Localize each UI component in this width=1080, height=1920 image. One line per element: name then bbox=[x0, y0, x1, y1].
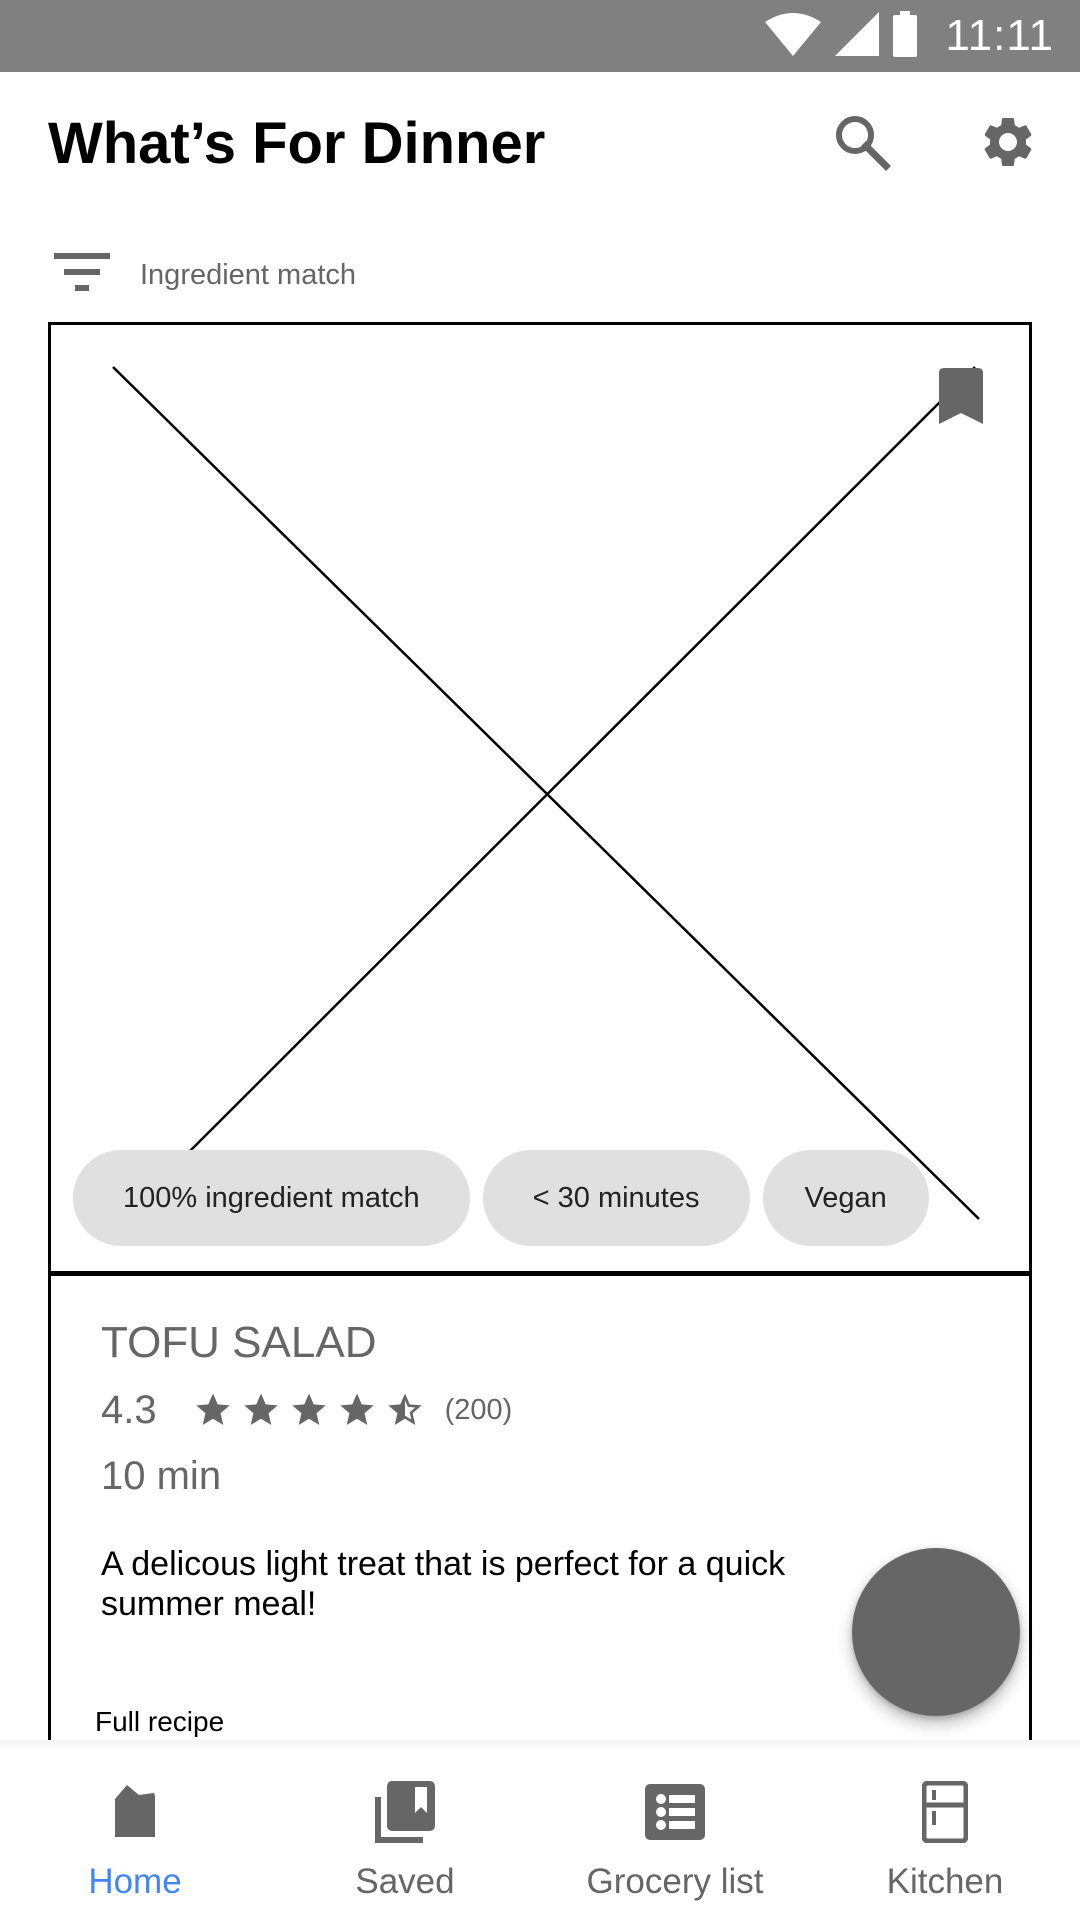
nav-item-grocery-list[interactable]: Grocery list bbox=[540, 1752, 810, 1920]
star-icon bbox=[291, 1393, 326, 1425]
nav-label-grocery-list: Grocery list bbox=[586, 1862, 764, 1901]
app-bar: What’s For Dinner bbox=[0, 72, 1080, 216]
home-icon bbox=[113, 1780, 157, 1844]
recipe-description: A delicous light treat that is perfect f… bbox=[101, 1545, 786, 1623]
recipe-title: TOFU SALAD bbox=[101, 1318, 377, 1367]
chip-time[interactable]: < 30 minutes bbox=[482, 1150, 750, 1246]
search-icon bbox=[833, 113, 891, 176]
cellular-signal-icon bbox=[835, 11, 880, 61]
recipe-image[interactable]: 100% ingredient match < 30 minutes Vegan bbox=[48, 322, 1032, 1276]
filter-button[interactable]: Ingredient match bbox=[54, 250, 356, 300]
cook-time: 10 min bbox=[101, 1454, 222, 1498]
wifi-icon bbox=[765, 12, 822, 61]
star-icon bbox=[195, 1393, 230, 1425]
star-rating bbox=[193, 1390, 425, 1430]
star-icon bbox=[339, 1393, 374, 1425]
fridge-icon bbox=[922, 1780, 968, 1844]
saved-collection-icon bbox=[375, 1780, 435, 1844]
bookmark-icon bbox=[939, 368, 983, 428]
bookmark-button[interactable] bbox=[939, 368, 983, 424]
app-title: What’s For Dinner bbox=[48, 111, 546, 176]
floating-action-button[interactable] bbox=[852, 1548, 1020, 1716]
nav-label-home: Home bbox=[88, 1862, 182, 1901]
bottom-navigation: Home Saved Grocery list Kitchen bbox=[0, 1752, 1080, 1920]
nav-item-saved[interactable]: Saved bbox=[270, 1752, 540, 1920]
status-icons: 11:11 bbox=[765, 0, 1054, 72]
rating-value: 4.3 bbox=[101, 1387, 157, 1432]
rating-row: 4.3 (200) bbox=[101, 1382, 512, 1438]
status-time: 11:11 bbox=[945, 11, 1054, 60]
search-button[interactable] bbox=[830, 112, 894, 176]
battery-icon bbox=[893, 10, 918, 62]
star-icon bbox=[243, 1393, 278, 1425]
nav-label-kitchen: Kitchen bbox=[886, 1862, 1004, 1901]
star-half-icon bbox=[387, 1393, 422, 1425]
filter-label: Ingredient match bbox=[140, 258, 357, 291]
list-icon bbox=[645, 1780, 705, 1844]
chip-ingredient-match[interactable]: 100% ingredient match bbox=[73, 1150, 470, 1246]
rating-count: (200) bbox=[444, 1393, 513, 1426]
nav-item-home[interactable]: Home bbox=[0, 1752, 270, 1920]
tag-chips: 100% ingredient match < 30 minutes Vegan bbox=[73, 1150, 929, 1246]
nav-label-saved: Saved bbox=[355, 1862, 455, 1901]
image-placeholder bbox=[112, 366, 980, 1220]
filter-icon bbox=[54, 252, 110, 298]
gear-icon bbox=[978, 112, 1038, 177]
full-recipe-link[interactable]: Full recipe bbox=[95, 1706, 224, 1738]
settings-button[interactable] bbox=[976, 112, 1040, 176]
nav-shadow bbox=[0, 1740, 1080, 1752]
nav-item-kitchen[interactable]: Kitchen bbox=[810, 1752, 1080, 1920]
status-bar: 11:11 bbox=[0, 0, 1080, 72]
chip-vegan[interactable]: Vegan bbox=[762, 1150, 929, 1246]
